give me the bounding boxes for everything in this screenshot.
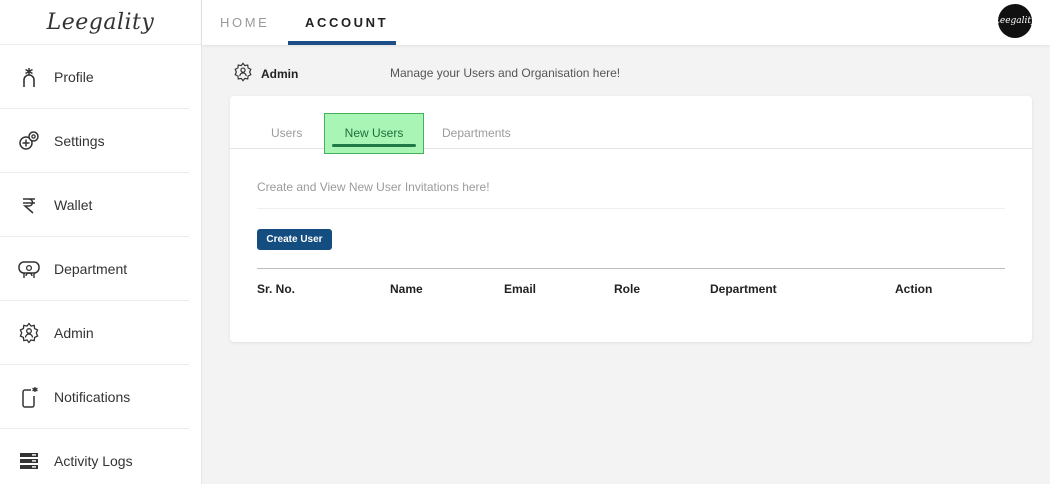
section-description: Create and View New User Invitations her… [257, 180, 490, 194]
admin-icon [233, 61, 253, 87]
department-icon [16, 256, 42, 282]
tab-departments[interactable]: Departments [442, 126, 511, 140]
sidebar-item-department[interactable]: Department [0, 237, 189, 301]
activity-logs-icon [16, 448, 42, 474]
sidebar-item-label: Wallet [54, 196, 93, 213]
avatar-logo-text: Leegality [993, 16, 1037, 26]
column-header-role[interactable]: Role [614, 282, 640, 296]
sidebar-item-settings[interactable]: Settings [0, 109, 189, 173]
sidebar-item-label: Notifications [54, 388, 131, 405]
table-header-divider [257, 268, 1005, 269]
column-header-sr-no[interactable]: Sr. No. [257, 282, 295, 296]
profile-icon [16, 64, 42, 90]
page-header: Admin [233, 61, 299, 87]
top-navigation: HOME ACCOUNT Leegality [202, 0, 1050, 45]
active-tab-underline [332, 144, 416, 147]
sidebar-item-label: Activity Logs [54, 452, 133, 469]
create-user-button[interactable]: Create User [257, 229, 332, 250]
settings-icon [16, 128, 42, 154]
sidebar-item-label: Profile [54, 68, 94, 85]
tab-home[interactable]: HOME [220, 15, 269, 30]
tab-account[interactable]: ACCOUNT [305, 15, 388, 30]
column-header-name[interactable]: Name [390, 282, 423, 296]
sidebar-item-profile[interactable]: Profile [0, 45, 189, 109]
sidebar-item-notifications[interactable]: Notifications [0, 365, 189, 429]
admin-icon [16, 320, 42, 346]
tab-users[interactable]: Users [271, 126, 302, 140]
tab-new-users-label: New Users [344, 126, 404, 140]
brand-logo[interactable]: Leegality [0, 0, 201, 45]
sidebar-item-admin[interactable]: Admin [0, 301, 189, 365]
card-tabs: Users New Users Departments [230, 96, 1032, 154]
sidebar-item-activity-logs[interactable]: Activity Logs [0, 429, 189, 484]
notifications-icon [16, 384, 42, 410]
column-header-action[interactable]: Action [895, 282, 932, 296]
brand-logo-text: Leegality [46, 9, 155, 35]
sidebar-item-label: Admin [54, 324, 94, 341]
active-tab-indicator [288, 41, 396, 45]
column-header-email[interactable]: Email [504, 282, 536, 296]
sidebar-item-wallet[interactable]: Wallet [0, 173, 189, 237]
rupee-icon [16, 192, 42, 218]
sidebar-item-label: Department [54, 260, 128, 277]
divider [257, 208, 1005, 209]
sidebar: Leegality Profile Settings Wallet Depart… [0, 0, 202, 484]
sidebar-item-label: Settings [54, 132, 105, 149]
column-header-department[interactable]: Department [710, 282, 777, 296]
tab-new-users[interactable]: New Users [324, 113, 424, 154]
new-users-card: Users New Users Departments Create and V… [230, 96, 1032, 342]
avatar[interactable]: Leegality [994, 4, 1036, 38]
page-title: Admin [261, 67, 299, 81]
page-subtitle: Manage your Users and Organisation here! [390, 66, 621, 80]
